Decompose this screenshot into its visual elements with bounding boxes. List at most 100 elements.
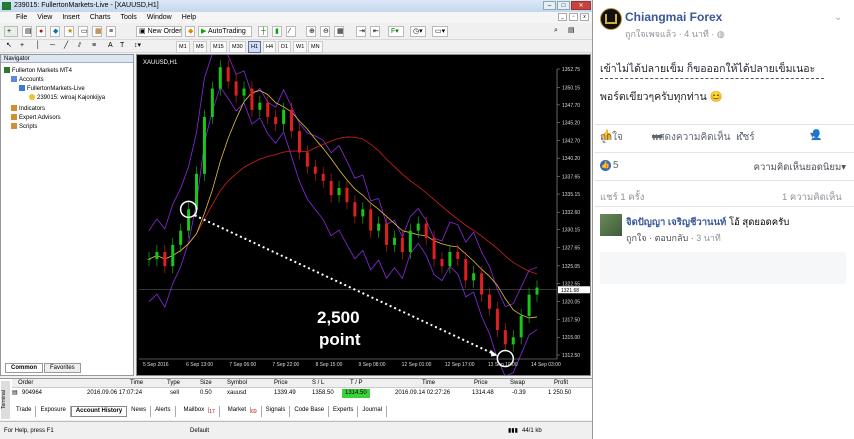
text-icon[interactable]: A <box>106 41 116 52</box>
chart-shift-icon[interactable]: ⇤ <box>370 26 380 37</box>
nav-scripts[interactable]: Scripts <box>11 123 37 131</box>
autotrading-button[interactable]: ▶ AutoTrading <box>198 26 252 37</box>
new-chart-icon[interactable]: + <box>4 26 18 37</box>
tab-alerts[interactable]: Alerts <box>151 406 176 418</box>
metaeditor-icon[interactable]: ◆ <box>185 26 195 37</box>
mdi-restore-button[interactable]: ▫ <box>569 13 578 21</box>
menu-charts[interactable]: Charts <box>90 12 111 23</box>
tf-w1[interactable]: W1 <box>293 41 308 53</box>
label-icon[interactable]: T <box>118 41 128 52</box>
col-close-price[interactable]: Price <box>474 379 488 388</box>
tf-d1[interactable]: D1 <box>278 41 292 53</box>
col-time[interactable]: Time <box>130 379 143 388</box>
tf-h4[interactable]: H4 <box>263 41 277 53</box>
profiles-icon[interactable]: ▤ <box>22 26 32 37</box>
col-sl[interactable]: S / L <box>312 379 324 388</box>
comment-sort-dropdown[interactable]: ความคิดเห็นยอดนิยม▾ <box>754 160 846 175</box>
comment-reply-link[interactable]: ตอบกลับ <box>655 233 689 243</box>
nav-experts[interactable]: Expert Advisors <box>11 114 61 122</box>
autoscroll-icon[interactable]: ⇥ <box>356 26 366 37</box>
tab-exposure[interactable]: Exposure <box>36 406 71 418</box>
tf-m1[interactable]: M1 <box>176 41 190 53</box>
vertical-line-icon[interactable]: │ <box>34 41 44 52</box>
price-chart[interactable]: XAUUSD,H1 1352.75 1350.15 1347.70 1345.20 13… <box>136 54 591 376</box>
close-button[interactable]: ✕ <box>571 1 591 10</box>
col-size[interactable]: Size <box>200 379 212 388</box>
audience-selector[interactable]: 👤 ▾ <box>810 130 822 141</box>
col-profit[interactable]: Profit <box>554 379 568 388</box>
navigator-icon[interactable]: ★ <box>64 26 74 37</box>
col-close-time[interactable]: Time <box>422 379 435 388</box>
minimize-button[interactable]: – <box>543 1 556 10</box>
tile-windows-icon[interactable]: ▦ <box>334 26 344 37</box>
line-chart-icon[interactable]: ⁄ <box>286 26 296 37</box>
chat-icon[interactable]: ▤ <box>566 26 576 37</box>
maximize-button[interactable]: □ <box>557 1 570 10</box>
col-symbol[interactable]: Symbol <box>227 379 247 388</box>
tab-account-history[interactable]: Account History <box>70 406 128 418</box>
fibonacci-icon[interactable]: ≡ <box>90 41 100 52</box>
nav-server[interactable]: FullertonMarkets-Live <box>19 85 85 93</box>
commenter-name[interactable]: จิดปัญญา เจริญชีวานนท์ <box>626 217 726 228</box>
tab-experts[interactable]: Experts <box>329 406 359 418</box>
tf-m15[interactable]: M15 <box>210 41 227 53</box>
candlestick-icon[interactable]: ▮ <box>272 26 282 37</box>
tab-signals[interactable]: Signals <box>262 406 291 418</box>
indicators-icon[interactable]: F▾ <box>388 26 404 37</box>
nav-indicators[interactable]: Indicators <box>11 105 45 113</box>
page-avatar[interactable] <box>600 8 622 30</box>
horizontal-line-icon[interactable]: ─ <box>48 41 58 52</box>
tab-mailbox[interactable]: Mailbox 17 <box>176 406 220 418</box>
page-name[interactable]: Chiangmai Forex <box>625 10 722 24</box>
shares-count[interactable]: แชร์ 1 ครั้ง <box>600 190 644 205</box>
new-order-button[interactable]: ▣ New Order <box>136 26 182 37</box>
table-row[interactable]: ▤ 904964 2016.09.06 17:07:24 sell 0.50 x… <box>12 389 592 398</box>
chevron-down-icon[interactable]: ⌄ <box>834 12 842 23</box>
menu-view[interactable]: View <box>37 12 52 23</box>
tab-journal[interactable]: Journal <box>358 406 388 418</box>
reactions-count[interactable]: 👍 5 <box>600 160 619 171</box>
comments-count[interactable]: 1 ความคิดเห็น <box>782 190 842 205</box>
comment-input-area[interactable] <box>600 252 846 284</box>
tf-mn[interactable]: MN <box>308 41 323 53</box>
terminal-icon[interactable]: ▭ <box>78 26 88 37</box>
tester-icon[interactable]: ▦ <box>92 26 102 37</box>
tab-news[interactable]: News <box>127 406 152 418</box>
tf-m30[interactable]: M30 <box>229 41 246 53</box>
col-swap[interactable]: Swap <box>510 379 525 388</box>
comment-like-link[interactable]: ถูกใจ <box>626 233 647 243</box>
market-watch-icon[interactable]: ● <box>36 26 46 37</box>
col-order[interactable]: Order <box>18 379 33 388</box>
history-icon[interactable]: ≡ <box>106 26 116 37</box>
menu-help[interactable]: Help <box>182 12 196 23</box>
tab-code-base[interactable]: Code Base <box>290 406 330 418</box>
menu-file[interactable]: File <box>16 12 27 23</box>
channel-icon[interactable]: ⫽ <box>76 41 86 52</box>
tf-h1[interactable]: H1 <box>248 41 262 53</box>
cursor-icon[interactable]: ↖ <box>4 41 14 52</box>
menu-window[interactable]: Window <box>147 12 172 23</box>
nav-account[interactable]: 239015: wiroaj Kajonkijya <box>29 94 105 102</box>
col-type[interactable]: Type <box>167 379 180 388</box>
search-icon[interactable]: ⌕ <box>552 26 562 37</box>
col-tp[interactable]: T / P <box>350 379 363 388</box>
mdi-close-button[interactable]: x <box>580 13 589 21</box>
periodicity-icon[interactable]: ◷▾ <box>410 26 426 37</box>
zoom-out-icon[interactable]: ⊖ <box>320 26 330 37</box>
trendline-icon[interactable]: ╱ <box>62 41 72 52</box>
tf-m5[interactable]: M5 <box>193 41 207 53</box>
nav-accounts[interactable]: Accounts <box>11 76 44 84</box>
tab-market[interactable]: Market 69 <box>220 406 262 418</box>
templates-icon[interactable]: ▭▾ <box>432 26 448 37</box>
menu-tools[interactable]: Tools <box>120 12 136 23</box>
nav-tab-common[interactable]: Common <box>5 363 43 373</box>
mdi-minimize-button[interactable]: _ <box>558 13 567 21</box>
menu-insert[interactable]: Insert <box>62 12 80 23</box>
crosshair-icon[interactable]: + <box>18 41 28 52</box>
nav-tab-favorites[interactable]: Favorites <box>44 363 81 373</box>
nav-root[interactable]: Fullerton Markets MT4 <box>4 67 72 75</box>
zoom-in-icon[interactable]: ⊕ <box>306 26 316 37</box>
commenter-avatar[interactable] <box>600 214 622 236</box>
bar-chart-icon[interactable]: ┼ <box>258 26 268 37</box>
arrows-icon[interactable]: ↕▾ <box>132 41 146 52</box>
